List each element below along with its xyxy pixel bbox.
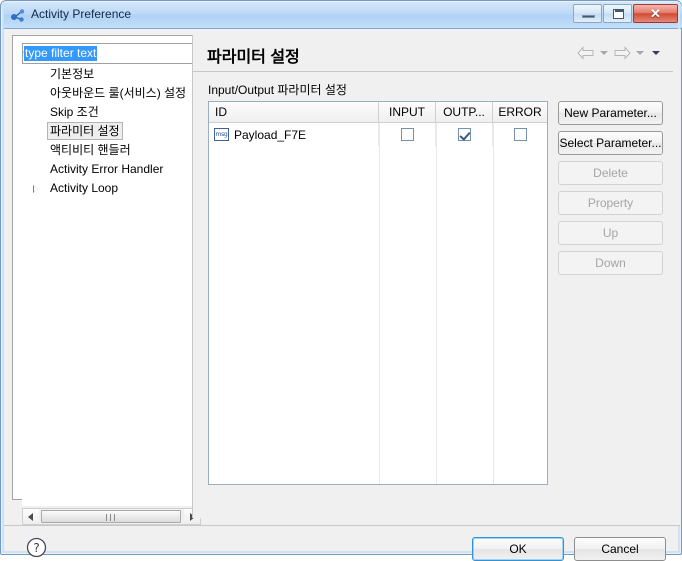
activity-preference-dialog: Activity Preference ✕ type filter text 기… [0, 0, 682, 561]
scrollbar-grip-icon [106, 514, 117, 521]
column-header-error[interactable]: ERROR [493, 102, 547, 122]
column-header-id[interactable]: ID [209, 102, 379, 122]
forward-chevron-down-icon[interactable] [636, 51, 644, 55]
minimize-button[interactable] [573, 4, 602, 23]
tree-item-label: Activity Loop [50, 181, 119, 195]
navigation-toolbar [577, 46, 663, 60]
tree-item-label: Skip 조건 [50, 105, 99, 119]
svg-text:?: ? [33, 541, 39, 555]
tree-item-label: 기본정보 [50, 67, 95, 81]
column-header-input[interactable]: INPUT [379, 102, 436, 122]
window-titlebar[interactable]: Activity Preference ✕ [2, 2, 682, 29]
tree-item-activity-handler[interactable]: 액티비티 핸들러 [22, 141, 200, 160]
tree-item-skip-condition[interactable]: Skip 조건 [22, 103, 200, 122]
table-row[interactable]: msg Payload_F7E [209, 123, 547, 146]
filter-input-selected-text: type filter text [24, 46, 98, 61]
parameter-actions: New Parameter... Select Parameter... Del… [558, 101, 663, 281]
property-button: Property [558, 191, 663, 215]
close-button[interactable]: ✕ [633, 4, 678, 23]
scrollbar-thumb[interactable] [41, 510, 181, 523]
close-icon: ✕ [650, 6, 661, 21]
minimize-icon [582, 15, 595, 18]
expand-triangle-icon[interactable] [33, 185, 39, 193]
molecule-icon [10, 7, 27, 24]
table-column-rules [209, 123, 547, 484]
navigation-panel: type filter text 기본정보 아웃바운드 룰(서비스) 설정 Sk… [12, 35, 201, 525]
tree-horizontal-scrollbar[interactable] [22, 508, 201, 525]
dialog-footer-buttons: OK Cancel [472, 537, 666, 561]
footer-divider [4, 525, 680, 526]
column-header-output[interactable]: OUTP... [436, 102, 493, 122]
tree-item-basic-info[interactable]: 기본정보 [22, 65, 200, 84]
tree-item-label: Activity Error Handler [50, 162, 164, 176]
forward-arrow-icon[interactable] [613, 46, 631, 60]
cell-output [436, 123, 493, 146]
up-button: Up [558, 221, 663, 245]
delete-button: Delete [558, 161, 663, 185]
tree-item-activity-error-handler[interactable]: Activity Error Handler [22, 160, 200, 179]
tree-item-outbound-rule[interactable]: 아웃바운드 룰(서비스) 설정 [22, 84, 200, 103]
scroll-left-icon[interactable] [23, 509, 39, 524]
cell-id-text: Payload_F7E [234, 127, 307, 142]
preference-tree[interactable]: 기본정보 아웃바운드 룰(서비스) 설정 Skip 조건 파라미터 설정 액티비… [22, 65, 200, 506]
content-pane: 파라미터 설정 Input/Output 파라미터 설정 ID INPUT OU… [192, 35, 673, 518]
restore-icon [613, 9, 624, 19]
error-checkbox[interactable] [513, 128, 527, 141]
window-controls: ✕ [573, 4, 678, 23]
group-label: Input/Output 파라미터 설정 [208, 83, 347, 97]
output-checkbox[interactable] [457, 128, 471, 141]
title-divider [193, 71, 673, 72]
restore-button[interactable] [603, 4, 632, 23]
down-button: Down [558, 251, 663, 275]
back-chevron-down-icon[interactable] [600, 51, 608, 55]
window-title: Activity Preference [31, 7, 132, 21]
cancel-button[interactable]: Cancel [574, 537, 666, 561]
msg-icon: msg [214, 128, 229, 141]
tree-item-parameter-settings[interactable]: 파라미터 설정 [22, 122, 200, 141]
tree-item-label: 파라미터 설정 [47, 122, 123, 140]
cell-input [379, 123, 436, 146]
cell-id: msg Payload_F7E [209, 123, 379, 146]
input-checkbox[interactable] [400, 128, 414, 141]
view-menu-chevron-down-icon[interactable] [652, 51, 660, 55]
page-title: 파라미터 설정 [207, 49, 300, 66]
new-parameter-button[interactable]: New Parameter... [558, 101, 663, 125]
tree-item-label: 액티비티 핸들러 [50, 143, 131, 157]
ok-button[interactable]: OK [472, 537, 564, 561]
tree-item-activity-loop[interactable]: Activity Loop [22, 179, 200, 198]
table-header-row: ID INPUT OUTP... ERROR [209, 102, 547, 123]
back-arrow-icon[interactable] [577, 46, 595, 60]
select-parameter-button[interactable]: Select Parameter... [558, 131, 663, 155]
parameter-table[interactable]: ID INPUT OUTP... ERROR msg Payload_F7E [208, 101, 548, 485]
cell-error [493, 123, 547, 146]
tree-item-label: 아웃바운드 룰(서비스) 설정 [50, 86, 187, 100]
dialog-body: type filter text 기본정보 아웃바운드 룰(서비스) 설정 Sk… [4, 29, 680, 561]
